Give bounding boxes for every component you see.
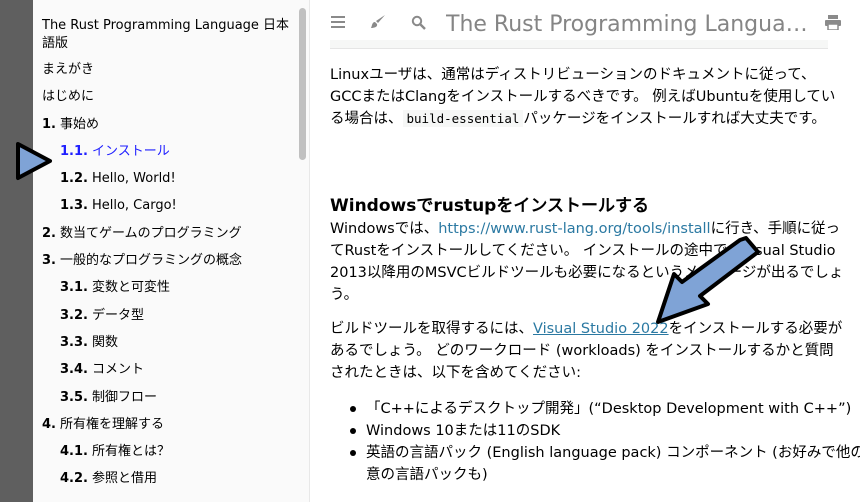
list-item: 英語の言語パック (English language pack) コンポーネント… xyxy=(350,442,860,486)
sidebar-item-label: Hello, Cargo! xyxy=(91,198,177,214)
sidebar-item-label: 所有権とは？ xyxy=(91,444,170,460)
menu-bar: The Rust Programming Language 日本語版 xyxy=(310,0,860,44)
sidebar-item-number: 1.2. xyxy=(60,171,88,187)
code-block-bottom-edge xyxy=(330,40,828,49)
linux-paragraph: Linuxユーザは、通常はディストリビューションのドキュメントに従って、GCCま… xyxy=(330,67,836,127)
build-tools-paragraph: ビルドツールを取得するには、Visual Studio 2022をインストールす… xyxy=(330,321,843,381)
sidebar-item[interactable]: 3. 一般的なプログラミングの概念 xyxy=(42,252,309,270)
callout-arrow-annotation xyxy=(656,236,760,324)
sidebar-item[interactable]: 3.4. コメント xyxy=(42,361,309,379)
sidebar-item[interactable]: The Rust Programming Language 日本語版 xyxy=(42,17,302,53)
sidebar-item-label: 変数と可変性 xyxy=(91,280,170,296)
section-heading: Windowsでrustupをインストールする xyxy=(330,196,650,216)
sidebar-item[interactable]: 1.1. インストール xyxy=(42,143,309,161)
sidebar-item-number: 1.1. xyxy=(60,143,88,159)
sidebar-item[interactable]: 3.2. データ型 xyxy=(42,307,309,325)
sidebar-item-label: インストール xyxy=(91,143,170,159)
sidebar-item-number: 1. xyxy=(42,116,56,132)
sidebar-item-label: 一般的なプログラミングの概念 xyxy=(59,253,242,269)
sidebar-item[interactable]: 4.2. 参照と借用 xyxy=(42,470,309,488)
sidebar-item-number: 1.3. xyxy=(60,198,88,214)
sidebar-item-number: 3. xyxy=(42,253,56,269)
sidebar-item-label: 事始め xyxy=(59,116,99,132)
sidebar-item-number: 4. xyxy=(42,416,56,432)
toc-list: The Rust Programming Language 日本語版まえがきはじ… xyxy=(33,0,309,488)
sidebar-item-label: まえがき xyxy=(42,62,95,77)
workload-list: 「C++によるデスクトップ開発」(“Desktop Development wi… xyxy=(330,398,860,486)
book-title: The Rust Programming Language 日本語版 xyxy=(446,12,810,37)
sidebar-item[interactable]: 1.3. Hello, Cargo! xyxy=(42,197,309,215)
sidebar-item-label: Hello, World! xyxy=(91,171,176,187)
sidebar-item[interactable]: まえがき xyxy=(42,61,309,79)
sidebar-item[interactable]: 3.3. 関数 xyxy=(42,334,309,352)
left-gutter xyxy=(0,0,33,502)
sidebar-item-number: 3.5. xyxy=(60,389,88,405)
sidebar-item-label: はじめに xyxy=(42,89,95,105)
sidebar-item-label: 関数 xyxy=(91,334,118,350)
list-item: 「C++によるデスクトップ開発」(“Desktop Development wi… xyxy=(350,398,860,420)
sidebar-item-number: 2. xyxy=(42,225,56,241)
sidebar-item-label: 所有権を理解する xyxy=(59,416,164,432)
search-icon[interactable] xyxy=(408,12,428,32)
sidebar-item[interactable]: 4. 所有権を理解する xyxy=(42,416,309,434)
sidebar-item-number: 3.3. xyxy=(60,334,88,350)
sidebar-item-number: 4.1. xyxy=(60,444,88,460)
paintbrush-icon[interactable] xyxy=(368,12,388,32)
sidebar-item-label: データ型 xyxy=(91,307,144,323)
sidebar-item-label: 参照と借用 xyxy=(91,471,157,487)
sidebar-item[interactable]: 1. 事始め xyxy=(42,116,309,134)
windows-paragraph: Windowsでは、https://www.rust-lang.org/tool… xyxy=(330,221,844,303)
pointer-arrow-annotation xyxy=(16,142,52,180)
inline-code: build-essential xyxy=(402,110,524,127)
sidebar-item-number: 3.4. xyxy=(60,362,88,378)
sidebar-item[interactable]: 1.2. Hello, World! xyxy=(42,170,309,188)
sidebar-item-label: 数当てゲームのプログラミング xyxy=(59,225,242,241)
menu-icon[interactable] xyxy=(328,12,348,32)
sidebar-item-label: The Rust Programming Language 日本語版 xyxy=(42,18,290,51)
sidebar-item[interactable]: 3.5. 制御フロー xyxy=(42,389,309,407)
print-icon[interactable] xyxy=(823,12,843,32)
sidebar-scrollbar[interactable] xyxy=(299,8,306,160)
sidebar-item-number: 3.1. xyxy=(60,280,88,296)
sidebar-item[interactable]: 4.1. 所有権とは？ xyxy=(42,443,309,461)
sidebar-toc: The Rust Programming Language 日本語版まえがきはじ… xyxy=(33,0,310,502)
sidebar-item-number: 4.2. xyxy=(60,471,88,487)
visual-studio-link[interactable]: Visual Studio 2022 xyxy=(533,321,669,337)
sidebar-item-number: 3.2. xyxy=(60,307,88,323)
sidebar-item[interactable]: 2. 数当てゲームのプログラミング xyxy=(42,225,309,243)
list-item: Windows 10または11のSDK xyxy=(350,420,860,442)
sidebar-item-label: 制御フロー xyxy=(91,389,157,405)
sidebar-item[interactable]: はじめに xyxy=(42,88,309,106)
sidebar-item[interactable]: 3.1. 変数と可変性 xyxy=(42,279,309,297)
sidebar-item-label: コメント xyxy=(91,362,144,378)
